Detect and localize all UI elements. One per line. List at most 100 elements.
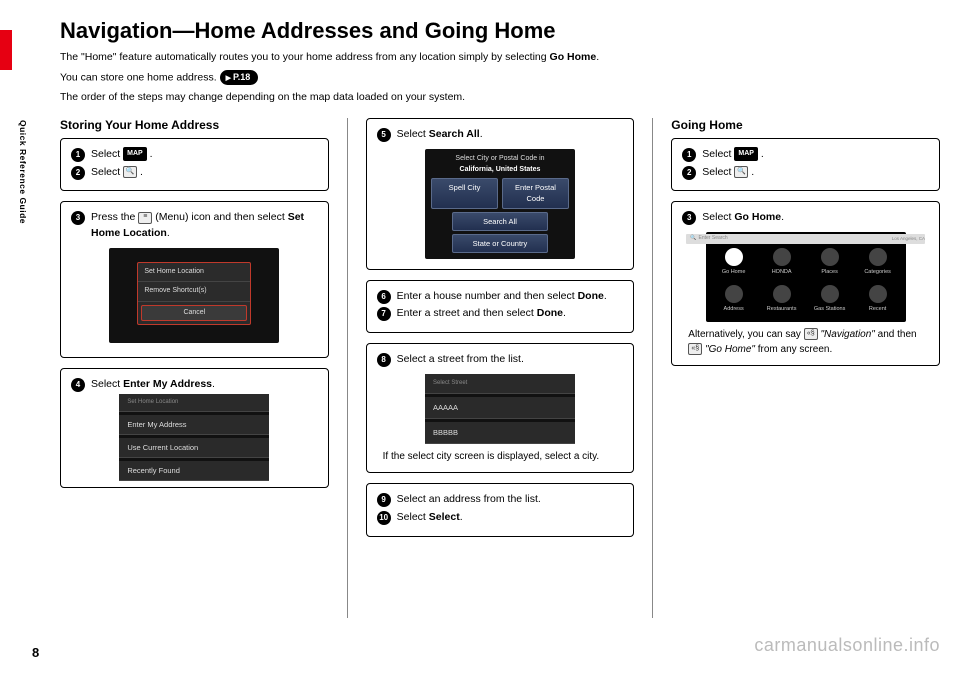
ss-button: Spell City bbox=[431, 178, 498, 209]
text: Select bbox=[91, 148, 123, 160]
bold: Done bbox=[578, 290, 604, 302]
column-separator bbox=[652, 118, 653, 618]
list-header: Select Street bbox=[425, 374, 575, 394]
side-label: Quick Reference Guide bbox=[18, 120, 28, 224]
dialog-cancel: Cancel bbox=[141, 305, 247, 322]
grid-icon: Gas Stations bbox=[808, 283, 852, 316]
screenshot-search-all: Select City or Postal Code in California… bbox=[425, 149, 575, 259]
text: Select bbox=[702, 148, 734, 160]
text: (Menu) icon and then select bbox=[152, 211, 287, 223]
places-icon bbox=[821, 248, 839, 266]
bold: Enter My Address bbox=[123, 378, 212, 390]
text: . bbox=[563, 307, 566, 319]
recent-icon bbox=[869, 285, 887, 303]
intro-text: The "Home" feature automatically routes … bbox=[60, 51, 550, 63]
step-number-icon: 9 bbox=[377, 493, 391, 507]
intro-bold: Go Home bbox=[550, 51, 597, 63]
step-text: Enter a street and then select Done. bbox=[397, 306, 624, 322]
text: Select bbox=[397, 511, 429, 523]
step-number-icon: 2 bbox=[71, 166, 85, 180]
text: . bbox=[758, 148, 764, 160]
grid-icon: Restaurants bbox=[760, 283, 804, 316]
text: Select City or Postal Code in bbox=[455, 155, 544, 162]
text: and then bbox=[875, 329, 917, 340]
step-text: Select Select. bbox=[397, 510, 624, 526]
italic: "Go Home" bbox=[705, 344, 755, 355]
screenshot-enter-address: Set Home Location Enter My Address Use C… bbox=[119, 399, 269, 477]
voice-icon: «§ bbox=[804, 328, 818, 340]
step-3: 3 Press the ≡ (Menu) icon and then selec… bbox=[71, 210, 318, 242]
text: . bbox=[212, 378, 215, 390]
step-3: 3 Select Go Home. bbox=[682, 210, 929, 226]
step-number-icon: 1 bbox=[682, 148, 696, 162]
label: Categories bbox=[864, 268, 891, 276]
step-text: Select Enter My Address. bbox=[91, 377, 318, 393]
box-step-3: 3 Press the ≡ (Menu) icon and then selec… bbox=[60, 201, 329, 358]
box-steps-6-7: 6 Enter a house number and then select D… bbox=[366, 280, 635, 334]
text: Enter a street and then select bbox=[397, 307, 537, 319]
step-4: 4 Select Enter My Address. bbox=[71, 377, 318, 393]
categories-icon bbox=[869, 248, 887, 266]
text: . bbox=[460, 511, 463, 523]
text: Enter a house number and then select bbox=[397, 290, 578, 302]
label: Recent bbox=[869, 305, 886, 313]
page-number: 8 bbox=[32, 645, 39, 660]
box-gh-steps-1-2: 1 Select MAP . 2 Select 🔍 . bbox=[671, 138, 940, 192]
text: from any screen. bbox=[755, 344, 832, 355]
step-text: Select 🔍 . bbox=[91, 165, 318, 181]
label: Go Home bbox=[722, 268, 746, 276]
box-step-8: 8 Select a street from the list. Select … bbox=[366, 343, 635, 473]
grid-icon: Address bbox=[712, 283, 756, 316]
screenshot-street-list: Select Street AAAAA BBBBB bbox=[425, 374, 575, 444]
screenshot-go-home: 🔍Enter Search Los Angeles, CA Go Home HO… bbox=[706, 232, 906, 322]
intro-text: . bbox=[596, 51, 599, 63]
label: Gas Stations bbox=[814, 305, 846, 313]
restaurants-icon bbox=[773, 285, 791, 303]
text: Press the bbox=[91, 211, 138, 223]
grid-icon: Go Home bbox=[712, 246, 756, 279]
italic: "Navigation" bbox=[821, 329, 875, 340]
text: . bbox=[748, 166, 754, 178]
intro-line-1: The "Home" feature automatically routes … bbox=[60, 50, 940, 66]
heading-going-home: Going Home bbox=[671, 118, 940, 132]
step-number-icon: 5 bbox=[377, 128, 391, 142]
dialog-option: Remove Shortcut(s) bbox=[138, 282, 250, 302]
map-button-icon: MAP bbox=[123, 147, 147, 161]
step-number-icon: 2 bbox=[682, 166, 696, 180]
step-text: Select an address from the list. bbox=[397, 492, 624, 508]
list-item: Use Current Location bbox=[119, 438, 269, 458]
step-6: 6 Enter a house number and then select D… bbox=[377, 289, 624, 305]
text: Select bbox=[91, 166, 123, 178]
text: . bbox=[137, 166, 143, 178]
bold: Select bbox=[429, 511, 460, 523]
box-gh-step-3: 3 Select Go Home. 🔍Enter Search Los Ange… bbox=[671, 201, 940, 366]
intro-text: You can store one home address. bbox=[60, 71, 217, 83]
text: . bbox=[167, 227, 170, 239]
grid-icon: Places bbox=[808, 246, 852, 279]
page-ref-badge: P.18 bbox=[220, 70, 259, 86]
search-icon: 🔍 bbox=[734, 166, 748, 178]
text: Alternatively, you can say bbox=[688, 329, 803, 340]
honda-icon bbox=[773, 248, 791, 266]
intro-line-2: You can store one home address. P.18 bbox=[60, 70, 940, 86]
column-separator bbox=[347, 118, 348, 618]
list-item: Recently Found bbox=[119, 461, 269, 481]
step-1: 1 Select MAP . bbox=[682, 147, 929, 163]
step-text: Select MAP . bbox=[91, 147, 318, 163]
grid-icon: Recent bbox=[856, 283, 900, 316]
page-title: Navigation—Home Addresses and Going Home bbox=[60, 18, 940, 44]
placeholder: Enter Search bbox=[699, 235, 728, 243]
search-bar: 🔍Enter Search Los Angeles, CA bbox=[686, 234, 925, 244]
voice-note: Alternatively, you can say «§ "Navigatio… bbox=[688, 328, 923, 357]
hint: Los Angeles, CA bbox=[892, 236, 925, 243]
step-text: Select 🔍 . bbox=[702, 165, 929, 181]
step-text: Press the ≡ (Menu) icon and then select … bbox=[91, 210, 318, 242]
grid-icon: HONDA bbox=[760, 246, 804, 279]
step-2: 2 Select 🔍 . bbox=[682, 165, 929, 181]
step-number-icon: 3 bbox=[682, 211, 696, 225]
grid-icon: Categories bbox=[856, 246, 900, 279]
text: Select bbox=[702, 211, 734, 223]
step-number-icon: 3 bbox=[71, 211, 85, 225]
intro-line-3: The order of the steps may change depend… bbox=[60, 90, 940, 106]
text: Select bbox=[397, 128, 429, 140]
